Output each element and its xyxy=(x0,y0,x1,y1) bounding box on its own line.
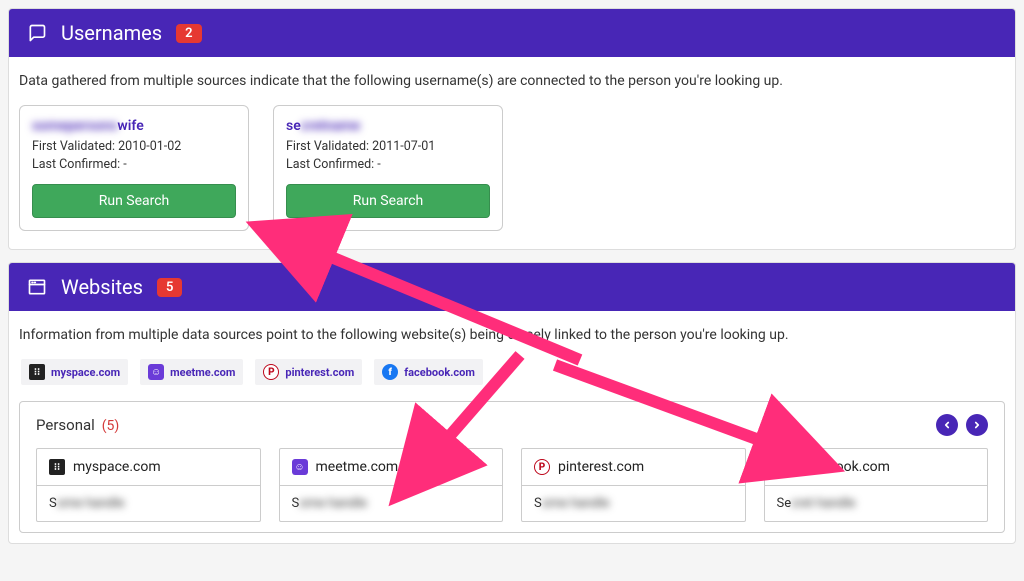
website-card-sub: Some handle xyxy=(280,486,503,521)
chip-label: myspace.com xyxy=(51,366,120,379)
pinterest-icon: P xyxy=(263,364,279,380)
website-card-header: ⁝⁝ myspace.com xyxy=(37,449,260,486)
website-card-list: ⁝⁝ myspace.com Some handle ☺ meetme.com … xyxy=(36,448,988,522)
last-confirmed: Last Confirmed: - xyxy=(286,156,490,174)
username-card-list: somepersonswife First Validated: 2010-01… xyxy=(9,105,1015,249)
pinterest-icon: P xyxy=(534,459,550,475)
website-domain: pinterest.com xyxy=(558,459,644,475)
website-card[interactable]: ☺ meetme.com Some handle xyxy=(279,448,504,522)
website-card[interactable]: ⁝⁝ myspace.com Some handle xyxy=(36,448,261,522)
facebook-icon: f xyxy=(777,459,793,475)
username-value: somepersonswife xyxy=(32,118,236,134)
usernames-panel: Usernames 2 Data gathered from multiple … xyxy=(8,8,1016,250)
websites-panel: Websites 5 Information from multiple dat… xyxy=(8,262,1016,544)
usernames-description: Data gathered from multiple sources indi… xyxy=(9,57,1015,105)
meetme-icon: ☺ xyxy=(292,459,308,475)
websites-header: Websites 5 xyxy=(9,263,1015,311)
website-domain: facebook.com xyxy=(801,459,890,475)
run-search-button[interactable]: Run Search xyxy=(286,184,490,218)
website-card-header: f facebook.com xyxy=(765,449,988,486)
websites-title: Websites xyxy=(61,275,143,299)
browser-icon xyxy=(27,279,47,295)
website-domain: meetme.com xyxy=(316,459,399,475)
subpanel-header: Personal (5) xyxy=(36,414,988,436)
chevron-left-icon xyxy=(942,420,952,430)
username-card: somepersonswife First Validated: 2010-01… xyxy=(19,105,249,231)
usernames-title: Usernames xyxy=(61,21,162,45)
websites-description: Information from multiple data sources p… xyxy=(9,311,1015,359)
carousel-nav xyxy=(936,414,988,436)
subpanel-title: Personal xyxy=(36,416,95,434)
last-confirmed: Last Confirmed: - xyxy=(32,156,236,174)
website-card-header: ☺ meetme.com xyxy=(280,449,503,486)
run-search-button[interactable]: Run Search xyxy=(32,184,236,218)
meetme-icon: ☺ xyxy=(148,364,164,380)
facebook-icon: f xyxy=(382,364,398,380)
chat-icon xyxy=(27,25,47,41)
chip-label: facebook.com xyxy=(404,366,475,379)
websites-personal-subpanel: Personal (5) ⁝⁝ myspace.com Some hand xyxy=(19,401,1005,533)
usernames-header: Usernames 2 xyxy=(9,9,1015,57)
carousel-next-button[interactable] xyxy=(966,414,988,436)
websites-count-badge: 5 xyxy=(157,278,182,297)
username-card: secretname First Validated: 2011-07-01 L… xyxy=(273,105,503,231)
website-chip-facebook[interactable]: f facebook.com xyxy=(374,359,483,385)
chip-label: meetme.com xyxy=(170,366,235,379)
first-validated: First Validated: 2011-07-01 xyxy=(286,138,490,156)
website-card-sub: Some handle xyxy=(522,486,745,521)
website-card[interactable]: f facebook.com Secret handle xyxy=(764,448,989,522)
website-card-sub: Secret handle xyxy=(765,486,988,521)
subpanel-count: (5) xyxy=(102,418,120,434)
username-value: secretname xyxy=(286,118,490,134)
myspace-icon: ⁝⁝ xyxy=(29,364,45,380)
usernames-count-badge: 2 xyxy=(176,24,201,43)
website-domain: myspace.com xyxy=(73,459,161,475)
chevron-right-icon xyxy=(972,420,982,430)
website-card[interactable]: P pinterest.com Some handle xyxy=(521,448,746,522)
website-card-header: P pinterest.com xyxy=(522,449,745,486)
myspace-icon: ⁝⁝ xyxy=(49,459,65,475)
website-chipbar: ⁝⁝ myspace.com ☺ meetme.com P pinterest.… xyxy=(9,359,1015,401)
website-chip-meetme[interactable]: ☺ meetme.com xyxy=(140,359,243,385)
first-validated: First Validated: 2010-01-02 xyxy=(32,138,236,156)
carousel-prev-button[interactable] xyxy=(936,414,958,436)
website-chip-pinterest[interactable]: P pinterest.com xyxy=(255,359,362,385)
chip-label: pinterest.com xyxy=(285,366,354,379)
website-card-sub: Some handle xyxy=(37,486,260,521)
website-chip-myspace[interactable]: ⁝⁝ myspace.com xyxy=(21,359,128,385)
